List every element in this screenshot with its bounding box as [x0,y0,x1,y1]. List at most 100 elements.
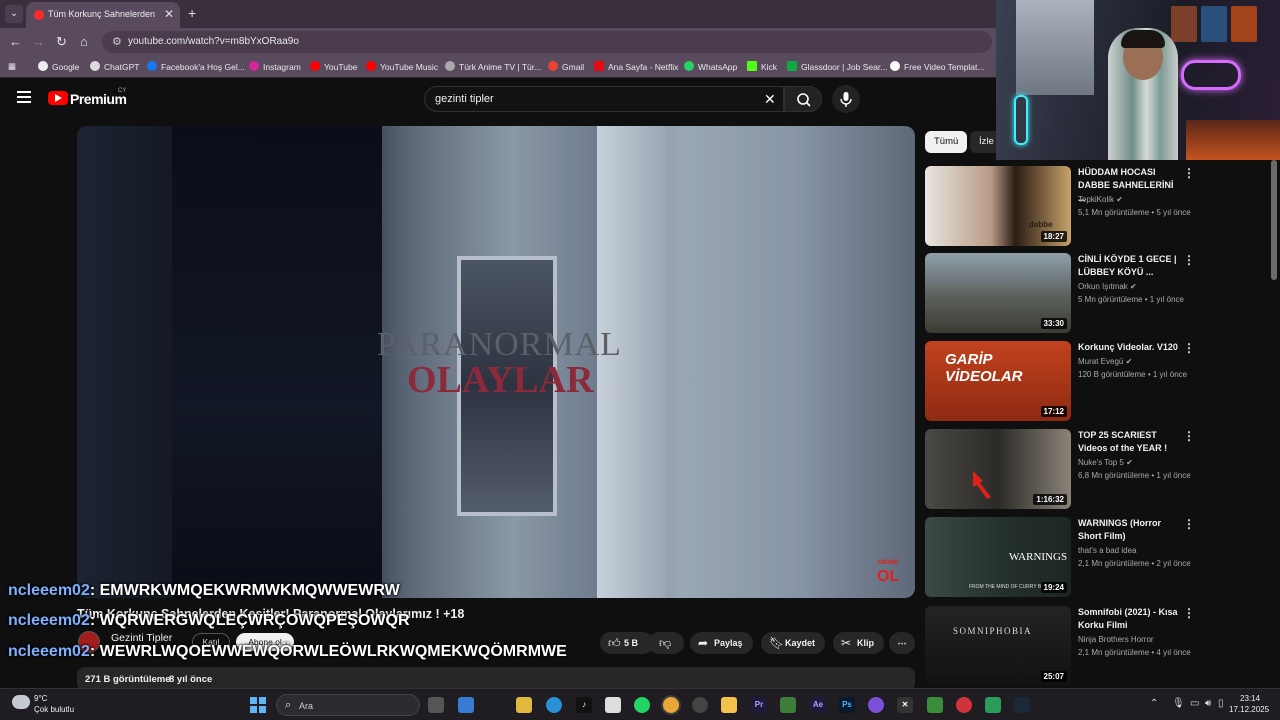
bookmark-turk-anime[interactable]: Türk Anime TV | Tür... [445,61,541,72]
app-icon[interactable] [780,697,796,713]
recommendation-thumbnail[interactable]: GARİP VİDEOLAR 17:12 [925,341,1071,421]
after-effects-icon[interactable]: Ae [810,697,826,713]
share-button[interactable]: ➦ Paylaş [690,632,753,654]
clip-button[interactable]: ✂ Klip [833,632,884,654]
recommendation-thumbnail[interactable]: SOMNIPHOBIA 25:07 [925,606,1071,686]
app-icon[interactable] [605,697,621,713]
youtube-logo-icon[interactable] [48,91,68,105]
video-player[interactable]: PARANORMAL OLAYLAR ABONE OL [77,126,915,598]
bookmark-glassdoor[interactable]: Glassdoor | Job Sear... [787,61,887,72]
bookmark-youtube[interactable]: YouTube [310,61,357,72]
voice-search-button[interactable] [832,85,860,113]
bookmark-instagram[interactable]: Instagram [249,61,301,72]
back-icon[interactable]: ← [9,34,22,49]
store-icon[interactable] [516,697,532,713]
dislike-button[interactable]: 👎︎ [648,632,684,654]
volume-icon[interactable]: 🔊︎ [1205,698,1211,709]
tray-expand-icon[interactable]: ⌃ [1150,698,1158,709]
clear-search-icon[interactable]: ✕ [764,91,776,108]
recommendation-title[interactable]: Korkunç Videolar. V120 [1078,341,1182,354]
chip-all[interactable]: Tümü [925,131,968,153]
bookmark-netflix[interactable]: Ana Sayfa - Netflix [594,61,678,72]
recommendations-scrollbar[interactable] [1271,160,1277,280]
recommendation-item[interactable]: dabbe 18:27 HÜDDAM HOCASI DABBE SAHNELER… [925,166,1195,248]
more-vertical-icon[interactable]: ⋮ [1183,517,1195,531]
bookmark-kick[interactable]: Kick [747,61,777,72]
premiere-pro-icon[interactable]: Pr [751,697,767,713]
more-vertical-icon[interactable]: ⋮ [1183,341,1195,355]
more-actions-button[interactable]: ⋯ [889,632,915,654]
bookmark-youtube-music[interactable]: YouTube Music [366,61,438,72]
site-info-icon[interactable]: ⚙ [112,35,122,48]
weather-temperature[interactable]: 9°C [34,694,47,703]
recommendation-thumbnail[interactable]: 33:30 [925,253,1071,333]
recommendation-item[interactable]: WARNINGS FROM THE MIND OF CURRY B 19:24 … [925,517,1195,599]
steam-icon[interactable] [1014,697,1030,713]
taskbar-search-input[interactable]: ⌕ Ara [276,694,420,716]
new-tab-icon[interactable]: + [188,5,196,21]
recommendation-channel[interactable]: TepkiKolik ✔ [1078,195,1123,204]
clock-date[interactable]: 17.12.2025 [1229,705,1269,714]
recommendation-item[interactable]: 33:30 CİNLİ KÖYDE 1 GECE | LÜBBEY KÖYÜ .… [925,253,1195,335]
recommendation-thumbnail[interactable]: 1:16:32 [925,429,1071,509]
search-button[interactable] [784,86,822,112]
app-icon[interactable] [956,697,972,713]
recommendation-item[interactable]: 1:16:32 TOP 25 SCARIEST Videos of the YE… [925,429,1195,511]
bookmark-whatsapp[interactable]: WhatsApp [684,61,737,72]
weather-description[interactable]: Çok bulutlu [34,705,74,714]
recommendation-title[interactable]: WARNINGS (Horror Short Film) [1078,517,1182,543]
recommendation-item[interactable]: SOMNIPHOBIA 25:07 Somnifobi (2021) - Kıs… [925,606,1195,688]
tiktok-icon[interactable]: ♪ [576,697,592,713]
recommendation-channel[interactable]: Murat Evegü ✔ [1078,357,1132,366]
like-button[interactable]: 👍︎ 5 B [600,632,654,654]
battery-icon[interactable]: ▯ [1218,698,1224,709]
more-vertical-icon[interactable]: ⋮ [1183,253,1195,267]
more-vertical-icon[interactable]: ⋮ [1183,166,1195,180]
recommendation-title[interactable]: Somnifobi (2021) - Kısa Korku Filmi [1078,606,1182,632]
edge-icon[interactable] [546,697,562,713]
url-field[interactable]: ⚙ youtube.com/watch?v=m8bYxORaa9o [102,31,992,53]
more-vertical-icon[interactable]: ⋮ [1183,606,1195,620]
task-view-icon[interactable] [428,697,444,713]
recommendation-channel[interactable]: that's a bad idea [1078,546,1136,555]
bookmark-google[interactable]: Google [38,61,79,72]
chrome-icon[interactable] [663,697,679,713]
forward-icon[interactable]: → [32,34,45,49]
cloud-icon[interactable] [12,695,30,709]
capcut-icon[interactable]: ✕ [897,697,913,713]
recommendation-channel[interactable]: Nuke's Top 5 ✔ [1078,458,1133,467]
widgets-icon[interactable] [458,697,474,713]
app-icon[interactable] [985,697,1001,713]
whatsapp-icon[interactable] [634,697,650,713]
tab-close-icon[interactable]: ✕ [164,7,174,21]
more-vertical-icon[interactable]: ⋮ [1183,429,1195,443]
reload-icon[interactable]: ↻ [56,34,67,50]
recommendation-item[interactable]: GARİP VİDEOLAR 17:12 Korkunç Videolar. V… [925,341,1195,423]
clock-time[interactable]: 23:14 [1240,694,1260,703]
recommendation-thumbnail[interactable]: dabbe 18:27 [925,166,1071,246]
home-icon[interactable]: ⌂ [80,34,88,49]
recommendation-thumbnail[interactable]: WARNINGS FROM THE MIND OF CURRY B 19:24 [925,517,1071,597]
file-explorer-icon[interactable] [721,697,737,713]
browser-tab[interactable]: Tüm Korkunç Sahnelerden Kesitler ✕ [26,2,180,28]
app-icon[interactable] [692,697,708,713]
recommendation-title[interactable]: CİNLİ KÖYDE 1 GECE | LÜBBEY KÖYÜ ... [1078,253,1182,279]
bookmark-chatgpt[interactable]: ChatGPT [90,61,139,72]
bookmark-video-templates[interactable]: Free Video Templat... [890,61,984,72]
search-input[interactable]: gezinti tipler [424,86,784,112]
minecraft-icon[interactable] [927,697,943,713]
bookmark-facebook[interactable]: Facebook'a Hoş Gel... [147,61,245,72]
bookmark-gmail[interactable]: Gmail [548,61,584,72]
menu-icon[interactable] [17,91,31,103]
tab-search-button[interactable]: ⌄ [5,5,23,23]
recommendation-title[interactable]: TOP 25 SCARIEST Videos of the YEAR ! [1078,429,1182,455]
microphone-icon[interactable]: 🎙︎ [1172,698,1185,709]
photoshop-icon[interactable]: Ps [839,697,855,713]
app-icon[interactable] [868,697,884,713]
recommendation-channel[interactable]: Orkun Işıtmak ✔ [1078,282,1137,291]
save-button[interactable]: 🔖︎ Kaydet [761,632,826,654]
network-icon[interactable]: ▭ [1190,698,1199,709]
apps-grid-icon[interactable]: ▦ [8,61,16,72]
recommendation-channel[interactable]: Ninja Brothers Horror [1078,635,1154,644]
windows-start-icon[interactable] [250,697,266,713]
